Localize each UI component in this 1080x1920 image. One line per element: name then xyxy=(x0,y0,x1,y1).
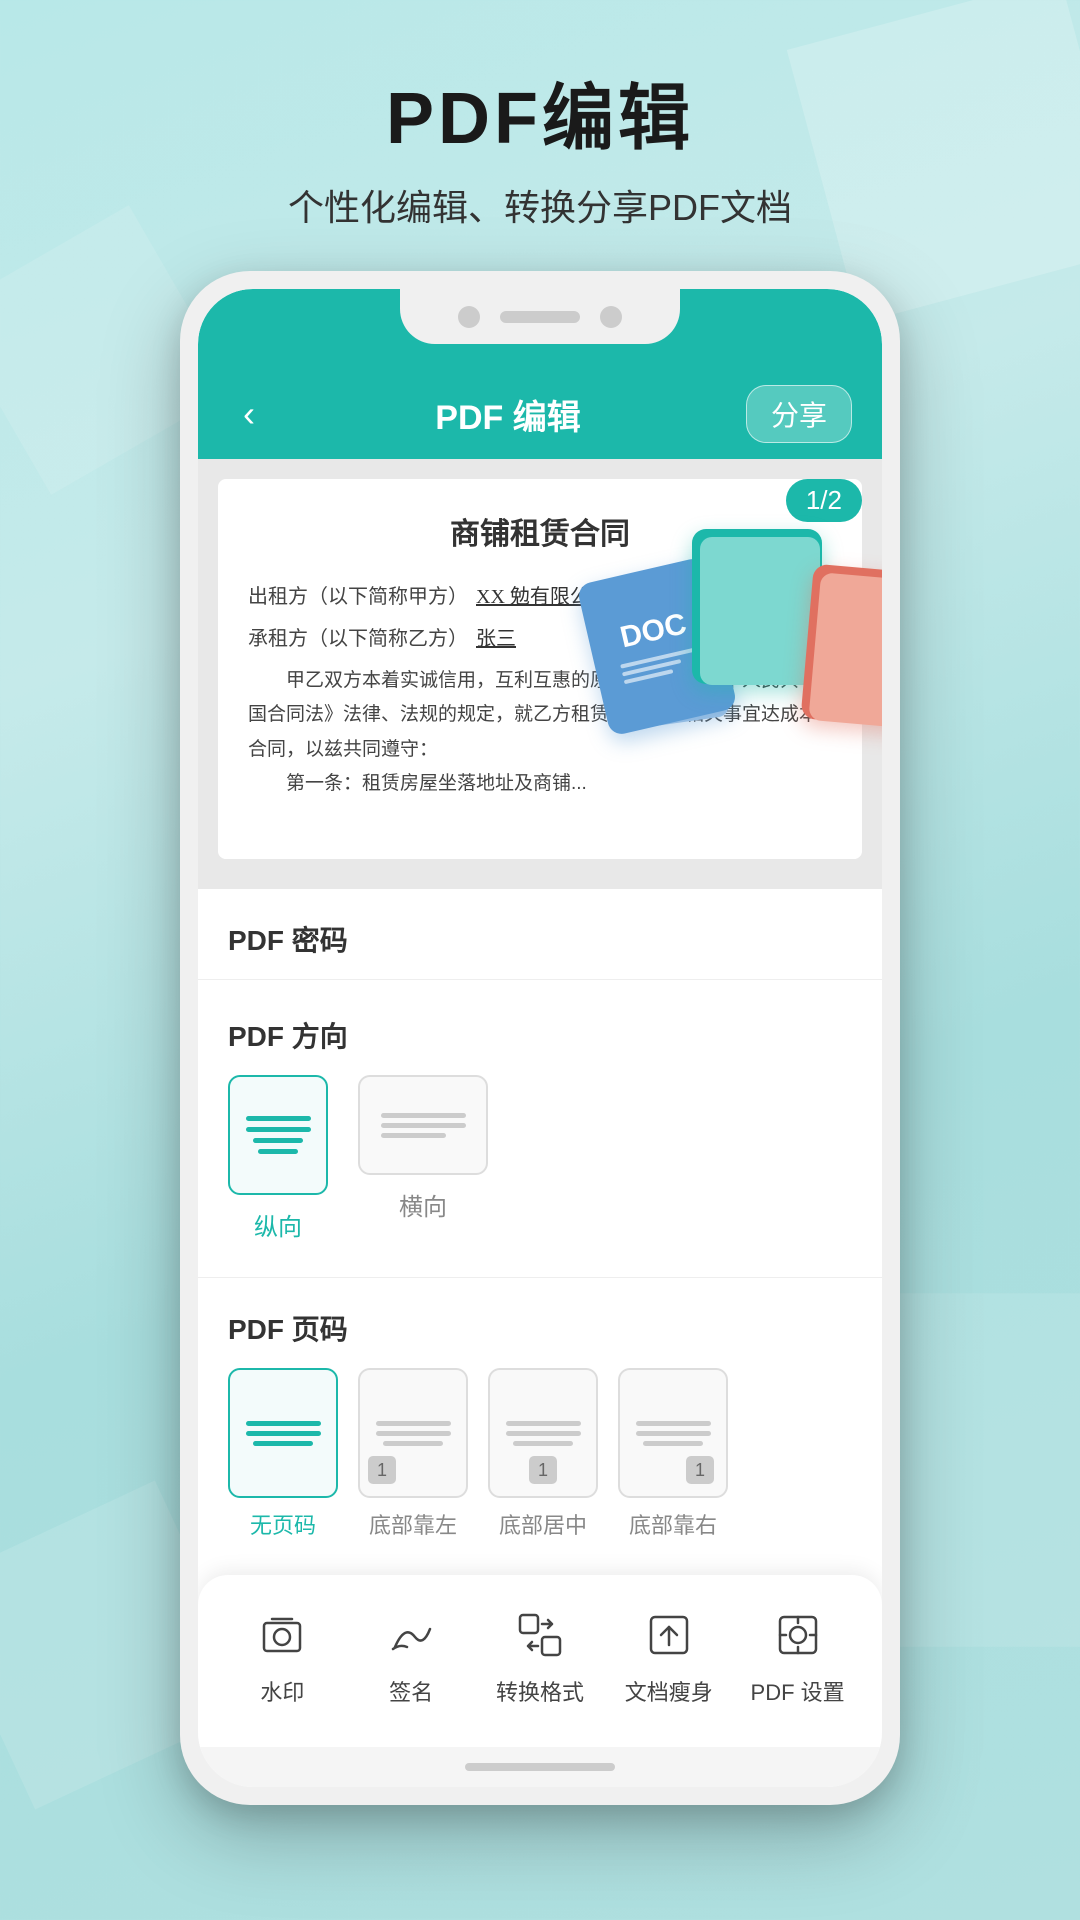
password-section: PDF 密码 xyxy=(228,919,852,980)
page-title: PDF编辑 xyxy=(0,80,1080,159)
portrait-line-1 xyxy=(246,1116,311,1121)
portrait-line-3 xyxy=(253,1138,303,1143)
bl-line-2 xyxy=(376,1431,451,1436)
orientation-row: 纵向 横向 xyxy=(228,1075,852,1242)
page-num-section: PDF 页码 无页码 xyxy=(228,1308,852,1540)
bottom-toolbar: 水印 签名 xyxy=(198,1575,882,1747)
landscape-line-2 xyxy=(381,1123,466,1128)
direction-section: PDF 方向 纵向 xyxy=(228,1015,852,1242)
bc-pagenum-label: 底部居中 xyxy=(499,1508,587,1540)
notch-speaker xyxy=(500,311,580,323)
phone-mockup: ‹ PDF 编辑 分享 1/2 商铺租赁合同 出租方（以下简称甲方） XX 勉有… xyxy=(180,271,900,1805)
landscape-label: 横向 xyxy=(399,1187,447,1222)
no-pagenum-item[interactable]: 无页码 xyxy=(228,1368,338,1540)
bl-pagenum-item[interactable]: 1 底部靠左 xyxy=(358,1368,468,1540)
settings-panel: PDF 密码 PDF 方向 xyxy=(198,889,882,1540)
document-area: 1/2 商铺租赁合同 出租方（以下简称甲方） XX 勉有限公司 承租方（以下简称… xyxy=(198,459,882,889)
bc-line-1 xyxy=(506,1421,581,1426)
pdf-settings-icon xyxy=(768,1605,828,1665)
landscape-line-1 xyxy=(381,1113,466,1118)
portrait-line-4 xyxy=(258,1149,298,1154)
bc-pagenum-button[interactable]: 1 xyxy=(488,1368,598,1498)
bl-line-3 xyxy=(383,1441,443,1446)
compress-icon xyxy=(639,1605,699,1665)
app-bar-title: PDF 编辑 xyxy=(270,390,746,439)
np-line-1 xyxy=(246,1421,321,1426)
page-header: PDF编辑 个性化编辑、转换分享PDF文档 xyxy=(0,0,1080,271)
compress-label: 文档瘦身 xyxy=(625,1675,713,1707)
page-num-label: PDF 页码 xyxy=(228,1308,852,1348)
bc-pagenum-item[interactable]: 1 底部居中 xyxy=(488,1368,598,1540)
bc-badge: 1 xyxy=(529,1456,557,1484)
convert-icon xyxy=(510,1605,570,1665)
bl-badge: 1 xyxy=(368,1456,396,1484)
phone-home-bar xyxy=(198,1747,882,1787)
toolbar-watermark[interactable]: 水印 xyxy=(232,1605,332,1707)
toolbar-convert[interactable]: 转换格式 xyxy=(490,1605,590,1707)
ppt-file-icon: PPT xyxy=(807,569,882,724)
notch-camera2 xyxy=(600,306,622,328)
phone-inner: ‹ PDF 编辑 分享 1/2 商铺租赁合同 出租方（以下简称甲方） XX 勉有… xyxy=(198,289,882,1787)
app-bar: ‹ PDF 编辑 分享 xyxy=(198,369,882,459)
page-subtitle: 个性化编辑、转换分享PDF文档 xyxy=(0,179,1080,231)
watermark-label: 水印 xyxy=(260,1675,304,1707)
br-pagenum-item[interactable]: 1 底部靠右 xyxy=(618,1368,728,1540)
phone-notch-area xyxy=(198,289,882,369)
file-icons-group: DOC xyxy=(572,509,882,809)
landscape-item[interactable]: 横向 xyxy=(358,1075,488,1242)
doc-label: DOC xyxy=(617,607,690,655)
br-line-3 xyxy=(643,1441,703,1446)
toolbar-compress[interactable]: 文档瘦身 xyxy=(619,1605,719,1707)
br-line-1 xyxy=(636,1421,711,1426)
direction-divider xyxy=(198,1277,882,1278)
bl-line-1 xyxy=(376,1421,451,1426)
password-label: PDF 密码 xyxy=(228,919,852,959)
np-line-3 xyxy=(253,1441,313,1446)
xls-file-icon: XLS xyxy=(692,529,822,684)
ppt-shadow xyxy=(808,572,882,730)
br-pagenum-label: 底部靠右 xyxy=(629,1508,717,1540)
signature-label: 签名 xyxy=(389,1675,433,1707)
no-pagenum-button[interactable] xyxy=(228,1368,338,1498)
convert-label: 转换格式 xyxy=(496,1675,584,1707)
portrait-label: 纵向 xyxy=(254,1207,302,1242)
page-num-row: 无页码 1 底部靠左 xyxy=(228,1368,852,1540)
landscape-button[interactable] xyxy=(358,1075,488,1175)
portrait-button[interactable] xyxy=(228,1075,328,1195)
br-pagenum-button[interactable]: 1 xyxy=(618,1368,728,1498)
xls-shadow xyxy=(700,537,820,685)
bl-pagenum-label: 底部靠左 xyxy=(369,1508,457,1540)
bl-pagenum-button[interactable]: 1 xyxy=(358,1368,468,1498)
pdf-settings-label: PDF 设置 xyxy=(751,1675,845,1707)
toolbar-pdf-settings[interactable]: PDF 设置 xyxy=(748,1605,848,1707)
doc-line-2-label: 承租方（以下简称乙方） xyxy=(248,622,468,656)
share-button[interactable]: 分享 xyxy=(746,385,852,443)
back-button[interactable]: ‹ xyxy=(228,388,270,440)
doc-line-2-value: 张三 xyxy=(476,622,516,656)
np-line-2 xyxy=(246,1431,321,1436)
no-pagenum-label: 无页码 xyxy=(250,1508,316,1540)
phone-outer: ‹ PDF 编辑 分享 1/2 商铺租赁合同 出租方（以下简称甲方） XX 勉有… xyxy=(180,271,900,1805)
br-badge: 1 xyxy=(686,1456,714,1484)
toolbar-signature[interactable]: 签名 xyxy=(361,1605,461,1707)
signature-icon xyxy=(381,1605,441,1665)
portrait-item[interactable]: 纵向 xyxy=(228,1075,328,1242)
landscape-lines xyxy=(381,1113,466,1138)
watermark-icon xyxy=(252,1605,312,1665)
br-line-2 xyxy=(636,1431,711,1436)
direction-label: PDF 方向 xyxy=(228,1015,852,1055)
landscape-line-3 xyxy=(381,1133,446,1138)
portrait-line-2 xyxy=(246,1127,311,1132)
doc-line-1-label: 出租方（以下简称甲方） xyxy=(248,580,468,614)
phone-notch xyxy=(400,289,680,344)
bc-line-3 xyxy=(513,1441,573,1446)
password-divider xyxy=(198,979,882,980)
home-indicator xyxy=(465,1763,615,1771)
bc-line-2 xyxy=(506,1431,581,1436)
notch-camera xyxy=(458,306,480,328)
